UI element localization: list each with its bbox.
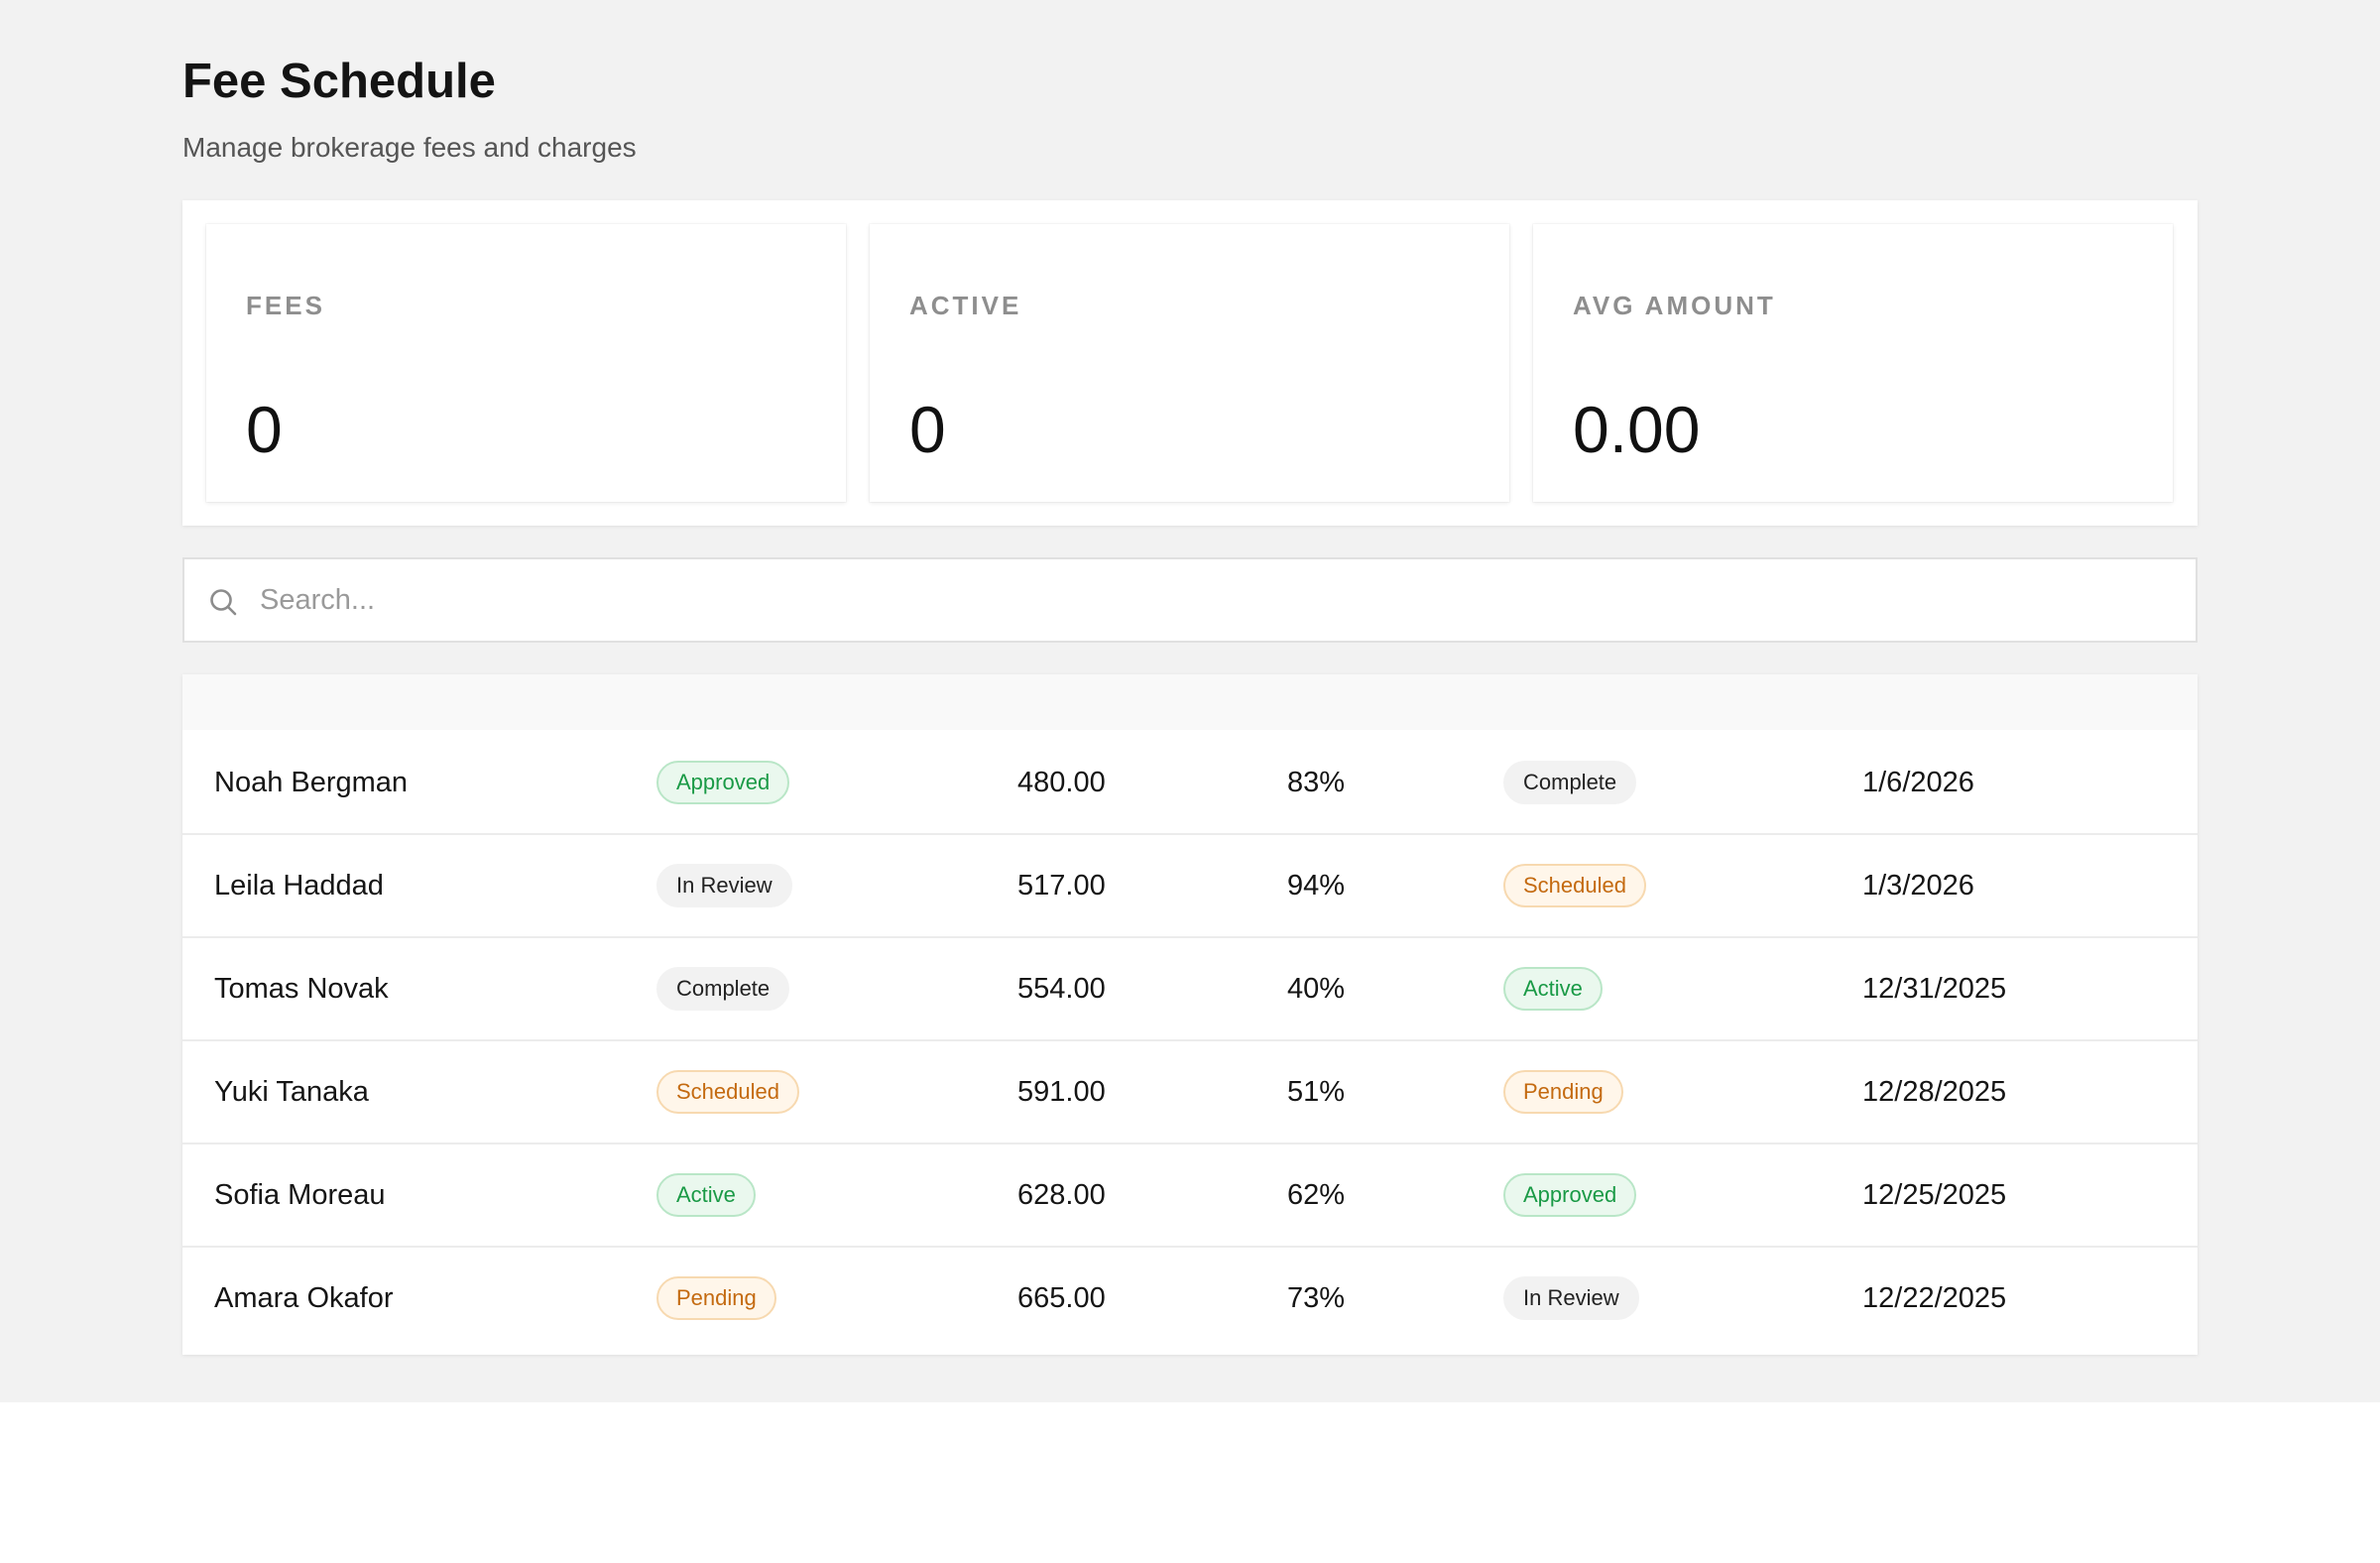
state-cell: Approved	[1503, 1144, 1637, 1246]
date-text: 1/6/2026	[1862, 766, 1974, 798]
percent-cell: 94%	[1287, 835, 1345, 936]
stat-value: 0	[909, 393, 946, 466]
status-cell: Scheduled	[656, 1041, 799, 1142]
state-badge: Approved	[1503, 1173, 1637, 1217]
name-text: Leila Haddad	[214, 869, 384, 902]
name-cell: Tomas Novak	[214, 938, 389, 1039]
table-row[interactable]: Leila Haddad In Review 517.00 94% Scheduled 1…	[182, 833, 2198, 936]
status-cell: In Review	[656, 835, 792, 936]
name-text: Tomas Novak	[214, 972, 389, 1005]
percent-text: 83%	[1287, 766, 1346, 798]
amount-text: 628.00	[1017, 1178, 1106, 1211]
amount-text: 517.00	[1017, 869, 1106, 902]
table-row[interactable]: Tomas Novak Complete 554.00 40% Active 12/31/…	[182, 936, 2198, 1039]
stat-label: AVG AMOUNT	[1573, 291, 1776, 320]
date-text: 12/22/2025	[1862, 1281, 2007, 1314]
state-cell: Complete	[1503, 730, 1637, 835]
amount-cell: 591.00	[1017, 1041, 1106, 1142]
status-cell: Pending	[656, 1248, 776, 1349]
amount-text: 665.00	[1017, 1281, 1106, 1314]
date-text: 12/31/2025	[1862, 972, 2007, 1005]
amount-text: 554.00	[1017, 972, 1106, 1005]
status-badge: Pending	[656, 1276, 776, 1320]
date-text: 1/3/2026	[1862, 869, 1974, 902]
stat-label: ACTIVE	[909, 291, 1022, 320]
amount-cell: 480.00	[1017, 730, 1106, 835]
name-cell: Noah Bergman	[214, 730, 408, 835]
state-cell: In Review	[1503, 1248, 1639, 1349]
date-text: 12/28/2025	[1862, 1075, 2007, 1108]
date-cell: 12/28/2025	[1862, 1041, 2006, 1142]
table-row[interactable]: Noah Bergman Approved 480.00 83% Complete 1/6…	[182, 730, 2198, 835]
date-cell: 12/25/2025	[1862, 1144, 2006, 1246]
page-title: Fee Schedule	[182, 55, 496, 108]
percent-text: 73%	[1287, 1281, 1346, 1314]
date-cell: 1/6/2026	[1862, 730, 1974, 835]
percent-cell: 62%	[1287, 1144, 1345, 1246]
date-text: 12/25/2025	[1862, 1178, 2007, 1211]
fees-table: Noah Bergman Approved 480.00 83% Complete 1/6…	[182, 674, 2198, 1355]
date-cell: 12/31/2025	[1862, 938, 2006, 1039]
percent-cell: 40%	[1287, 938, 1345, 1039]
search-input[interactable]	[260, 573, 2164, 627]
state-cell: Scheduled	[1503, 835, 1646, 936]
status-badge: Scheduled	[656, 1070, 799, 1114]
date-cell: 1/3/2026	[1862, 835, 1974, 936]
name-text: Sofia Moreau	[214, 1178, 386, 1211]
search-box[interactable]	[182, 557, 2198, 643]
stat-value: 0.00	[1573, 393, 1701, 466]
status-cell: Approved	[656, 730, 790, 835]
state-badge: Complete	[1503, 761, 1637, 804]
percent-text: 62%	[1287, 1178, 1346, 1211]
name-text: Noah Bergman	[214, 766, 409, 798]
percent-cell: 73%	[1287, 1248, 1345, 1349]
table-row[interactable]: Yuki Tanaka Scheduled 591.00 51% Pending 12/2…	[182, 1039, 2198, 1142]
status-cell: Active	[656, 1144, 756, 1246]
amount-text: 480.00	[1017, 766, 1106, 798]
stats-panel: FEES 0 ACTIVE 0 AVG AMOUNT 0.00	[182, 200, 2198, 526]
percent-text: 51%	[1287, 1075, 1346, 1108]
status-cell: Complete	[656, 938, 790, 1039]
state-badge: Active	[1503, 967, 1603, 1011]
percent-text: 94%	[1287, 869, 1346, 902]
search-icon	[210, 589, 237, 616]
stat-card-active: ACTIVE 0	[870, 224, 1509, 502]
name-text: Yuki Tanaka	[214, 1075, 369, 1108]
percent-text: 40%	[1287, 972, 1346, 1005]
name-cell: Amara Okafor	[214, 1248, 394, 1349]
amount-cell: 665.00	[1017, 1248, 1106, 1349]
status-badge: Approved	[656, 761, 790, 804]
state-badge: Scheduled	[1503, 864, 1646, 907]
amount-cell: 554.00	[1017, 938, 1106, 1039]
status-badge: In Review	[656, 864, 792, 907]
name-cell: Sofia Moreau	[214, 1144, 386, 1246]
table-row[interactable]: Amara Okafor Pending 665.00 73% In Review 12/…	[182, 1246, 2198, 1349]
name-cell: Leila Haddad	[214, 835, 384, 936]
date-cell: 12/22/2025	[1862, 1248, 2006, 1349]
status-badge: Complete	[656, 967, 790, 1011]
percent-cell: 83%	[1287, 730, 1345, 835]
table-row[interactable]: Sofia Moreau Active 628.00 62% Approved 12/25…	[182, 1142, 2198, 1246]
state-cell: Pending	[1503, 1041, 1623, 1142]
name-cell: Yuki Tanaka	[214, 1041, 369, 1142]
name-text: Amara Okafor	[214, 1281, 394, 1314]
stat-value: 0	[246, 393, 283, 466]
stat-card-avg-amount: AVG AMOUNT 0.00	[1533, 224, 2173, 502]
percent-cell: 51%	[1287, 1041, 1345, 1142]
table-header	[182, 674, 2198, 730]
state-cell: Active	[1503, 938, 1603, 1039]
amount-cell: 517.00	[1017, 835, 1106, 936]
amount-cell: 628.00	[1017, 1144, 1106, 1246]
state-badge: Pending	[1503, 1070, 1623, 1114]
state-badge: In Review	[1503, 1276, 1639, 1320]
stat-label: FEES	[246, 291, 325, 320]
stat-card-fees: FEES 0	[206, 224, 846, 502]
page-subtitle: Manage brokerage fees and charges	[182, 132, 637, 163]
amount-text: 591.00	[1017, 1075, 1106, 1108]
status-badge: Active	[656, 1173, 756, 1217]
